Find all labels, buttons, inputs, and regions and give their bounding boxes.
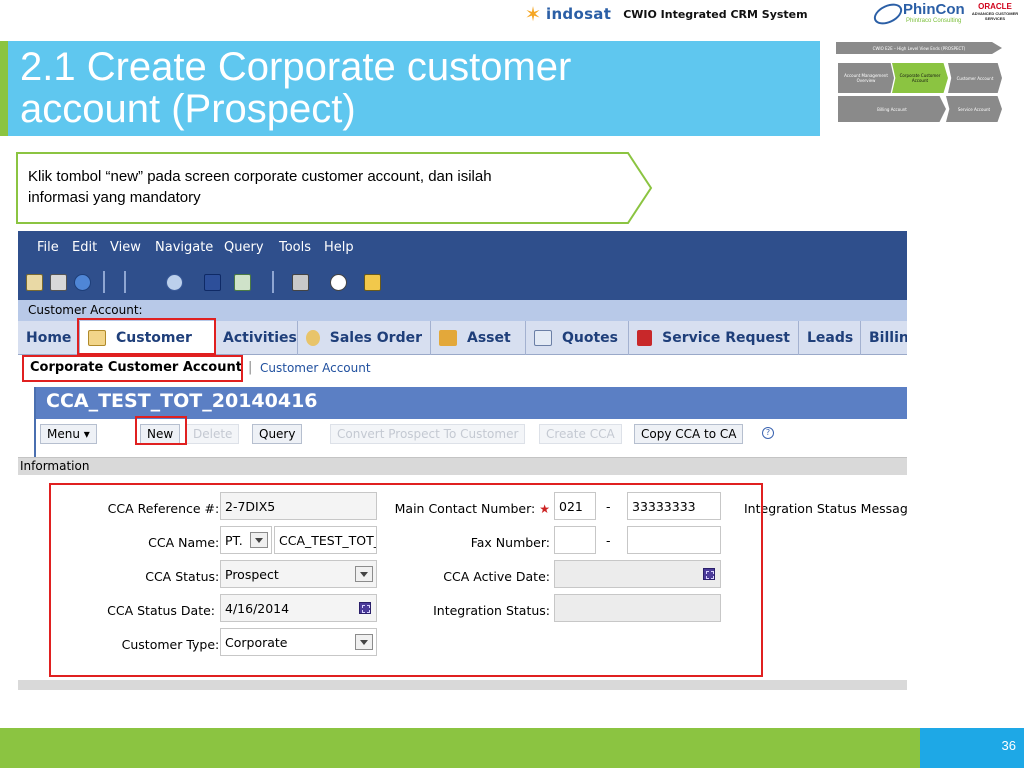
help-icon[interactable]: ? [762,427,774,439]
system-name: CWIO Integrated CRM System [623,7,808,21]
menu-navigate[interactable]: Navigate [155,240,213,255]
highlight-customer-tab [77,318,216,355]
phincon-swoosh-icon [870,0,906,29]
flow-step-top: CWIO E2E – High Level View Ends (PROSPEC… [836,42,1002,54]
process-flow-diagram: CWIO E2E – High Level View Ends (PROSPEC… [836,42,1006,128]
footer-green-bar [0,728,920,768]
menu-bar: File Edit View Navigate Query Tools Help [18,231,907,264]
instruction-line-2: informasi yang mandatory [28,189,201,206]
customer-account-label: Customer Account: [28,303,143,317]
menu-query[interactable]: Query [224,240,264,255]
tab-asset-label: Asset [467,330,511,346]
highlight-new-button [135,416,187,445]
handshake-icon [306,330,320,346]
toolbox-icon [637,330,653,346]
delete-button[interactable]: Delete [186,424,240,444]
query-button[interactable]: Query [252,424,303,444]
instruction-text: Klik tombol “new” pada screen corporate … [28,166,618,208]
oracle-logo: ORACLE ADVANCED CUSTOMER SERVICES [968,2,1022,26]
chart-icon[interactable] [364,274,381,291]
menu-button[interactable]: Menu ▾ [40,424,97,444]
integration-status-message-label: Integration Status Message [744,501,907,516]
copy-record-icon[interactable] [50,274,67,291]
menu-tools[interactable]: Tools [279,240,311,255]
tab-leads-label: Leads [807,330,854,346]
brand-header: ✶ indosat CWIO Integrated CRM System [522,0,822,28]
tab-home[interactable]: Home [18,321,80,355]
tab-billing-label: Billin [869,330,907,346]
flow-step-account-mgmt: Account Management Overview [838,63,894,93]
menu-view[interactable]: View [110,240,141,255]
flow-step-corporate-customer-account: Corporate Customer Account [892,63,948,93]
indosat-star-icon: ✶ [524,2,542,26]
subnav-customer-account-link[interactable]: Customer Account [260,361,371,375]
oracle-name: ORACLE [978,2,1012,11]
slide-title-line-2: account (Prospect) [20,87,356,131]
box-icon [439,330,457,346]
document-icon [534,330,552,346]
tab-service-request[interactable]: Service Request [629,321,799,355]
tab-asset[interactable]: Asset [431,321,526,355]
title-accent-strip [0,41,8,136]
menu-edit[interactable]: Edit [72,240,97,255]
record-title: CCA_TEST_TOT_20140416 [46,390,318,412]
flow-step-billing-account: Billing Account [838,96,946,122]
flow-step-customer-account: Customer Account [948,63,1002,93]
search-icon[interactable] [166,274,183,291]
highlight-corporate-customer-account [22,355,243,382]
tab-quotes-label: Quotes [562,330,619,346]
menu-file[interactable]: File [37,240,59,255]
clock-icon[interactable] [330,274,347,291]
tab-sales-order[interactable]: Sales Order [298,321,431,355]
instruction-callout: Klik tombol “new” pada screen corporate … [16,152,656,224]
slide-title-line-1: 2.1 Create Corporate customer [20,45,572,89]
toolbar-separator [272,271,274,293]
highlight-mandatory-fields [49,483,763,677]
toolbar [18,264,907,300]
indosat-logo: indosat [546,5,612,23]
new-record-icon[interactable] [26,274,43,291]
phincon-name: PhinCon [903,1,965,18]
tab-quotes[interactable]: Quotes [526,321,629,355]
applet-header: CCA_TEST_TOT_20140416 [36,387,907,419]
oracle-sub: ADVANCED CUSTOMER SERVICES [971,11,1019,21]
tab-home-label: Home [26,330,72,346]
convert-prospect-button[interactable]: Convert Prospect To Customer [330,424,526,444]
create-cca-button[interactable]: Create CCA [539,424,622,444]
phincon-logo: PhinCon Phintraco Consulting [870,0,965,29]
subnav-separator: | [248,360,253,375]
checklist-icon[interactable] [234,274,251,291]
toolbar-separator [124,271,126,293]
tab-service-request-label: Service Request [662,330,790,346]
tab-sales-order-label: Sales Order [329,330,422,346]
help-book-icon[interactable] [204,274,221,291]
instruction-line-1: Klik tombol “new” pada screen corporate … [28,168,492,185]
crm-app-window: File Edit View Navigate Query Tools Help… [18,231,907,690]
tab-activities-label: Activities [223,330,297,346]
app-bottom-strip [18,680,907,690]
information-section-bar: Information [18,457,907,475]
tab-activities[interactable]: Activities [215,321,298,355]
print-icon[interactable] [292,274,309,291]
information-label: Information [20,459,90,473]
copy-cca-to-ca-button[interactable]: Copy CCA to CA [634,424,744,444]
slide-title: 2.1 Create Corporate customer account (P… [20,46,810,130]
phincon-sub: Phintraco Consulting [906,18,962,24]
tab-billing[interactable]: Billin [861,321,907,355]
tab-leads[interactable]: Leads [799,321,861,355]
toolbar-separator [103,271,105,293]
flow-step-service-account: Service Account [946,96,1002,122]
menu-help[interactable]: Help [324,240,354,255]
globe-icon[interactable] [74,274,91,291]
page-number: 36 [1001,738,1016,753]
